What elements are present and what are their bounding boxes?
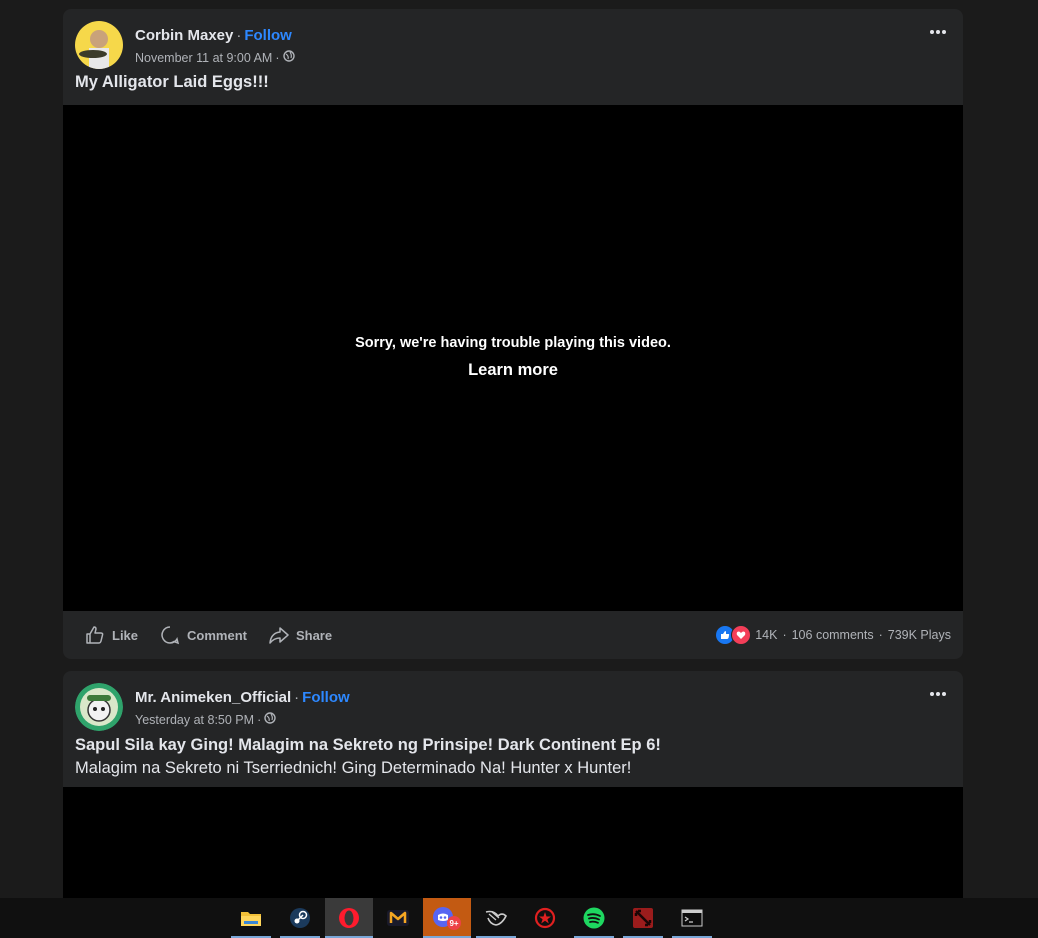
- globe-icon: [282, 50, 295, 65]
- discord-badge: 9+: [449, 919, 458, 928]
- love-reaction-icon[interactable]: [731, 625, 752, 645]
- post-card: Corbin Maxey · Follow November 11 at 9:00 …: [63, 9, 963, 659]
- app-launcher-icon[interactable]: [476, 898, 516, 938]
- like-button[interactable]: Like: [85, 625, 138, 645]
- more-options-button[interactable]: [925, 685, 951, 703]
- reaction-count[interactable]: 14K: [755, 628, 777, 642]
- dota-2-icon[interactable]: [623, 898, 663, 938]
- follow-button[interactable]: Follow: [302, 689, 350, 706]
- post-title: My Alligator Laid Eggs!!!: [75, 73, 269, 91]
- rockstar-launcher-icon[interactable]: [525, 898, 565, 938]
- follow-button[interactable]: Follow: [244, 27, 292, 44]
- share-icon: [269, 627, 289, 644]
- separator-dot: ·: [294, 689, 300, 706]
- post-stats: 14K · 106 comments · 739K Plays: [716, 625, 951, 645]
- discord-icon[interactable]: 9+: [423, 898, 471, 938]
- post-meta: November 11 at 9:00 AM ·: [135, 50, 295, 65]
- learn-more-link[interactable]: Learn more: [468, 361, 558, 380]
- opera-icon[interactable]: [325, 898, 373, 938]
- author-avatar[interactable]: [75, 683, 123, 731]
- separator-dot: ·: [782, 628, 787, 642]
- video-player[interactable]: [63, 787, 963, 898]
- separator-dot: ·: [257, 712, 262, 727]
- post-title: Sapul Sila kay Ging! Malagim na Sekreto …: [75, 736, 661, 754]
- post-card: Mr. Animeken_Official · Follow Yesterday a…: [63, 671, 963, 898]
- gaming-app-icon[interactable]: [378, 898, 418, 938]
- globe-icon: [264, 712, 276, 727]
- author-line: Mr. Animeken_Official · Follow: [135, 689, 350, 706]
- author-line: Corbin Maxey · Follow: [135, 27, 292, 44]
- like-icon: [86, 626, 104, 644]
- terminal-icon[interactable]: [672, 898, 712, 938]
- ellipsis-icon: [930, 30, 946, 34]
- steam-icon[interactable]: [280, 898, 320, 938]
- separator-dot: ·: [275, 50, 280, 65]
- comment-label: Comment: [187, 627, 247, 643]
- file-explorer-icon[interactable]: [231, 898, 271, 938]
- author-name[interactable]: Corbin Maxey: [135, 27, 233, 44]
- separator-dot: ·: [236, 27, 242, 44]
- comment-button[interactable]: Comment: [160, 625, 247, 645]
- author-name[interactable]: Mr. Animeken_Official: [135, 689, 291, 706]
- video-error-message: Sorry, we're having trouble playing this…: [355, 335, 671, 351]
- spotify-icon[interactable]: [574, 898, 614, 938]
- share-label: Share: [295, 627, 333, 643]
- like-label: Like: [112, 627, 139, 643]
- ellipsis-icon: [930, 692, 946, 696]
- video-error: Sorry, we're having trouble playing this…: [63, 335, 963, 380]
- post-timestamp[interactable]: November 11 at 9:00 AM: [135, 51, 272, 65]
- post-body: Malagim na Sekreto ni Tserriednich! Ging…: [75, 759, 632, 777]
- post-timestamp[interactable]: Yesterday at 8:50 PM: [135, 713, 254, 727]
- comment-icon: [161, 626, 180, 645]
- author-avatar[interactable]: [75, 21, 123, 69]
- more-options-button[interactable]: [925, 23, 951, 41]
- video-player[interactable]: Sorry, we're having trouble playing this…: [63, 105, 963, 611]
- share-button[interactable]: Share: [269, 625, 332, 645]
- taskbar: 9+: [0, 898, 1038, 938]
- play-count: 739K Plays: [887, 628, 951, 642]
- comment-count[interactable]: 106 comments: [792, 628, 874, 642]
- separator-dot: ·: [878, 628, 883, 642]
- post-meta: Yesterday at 8:50 PM ·: [135, 712, 276, 727]
